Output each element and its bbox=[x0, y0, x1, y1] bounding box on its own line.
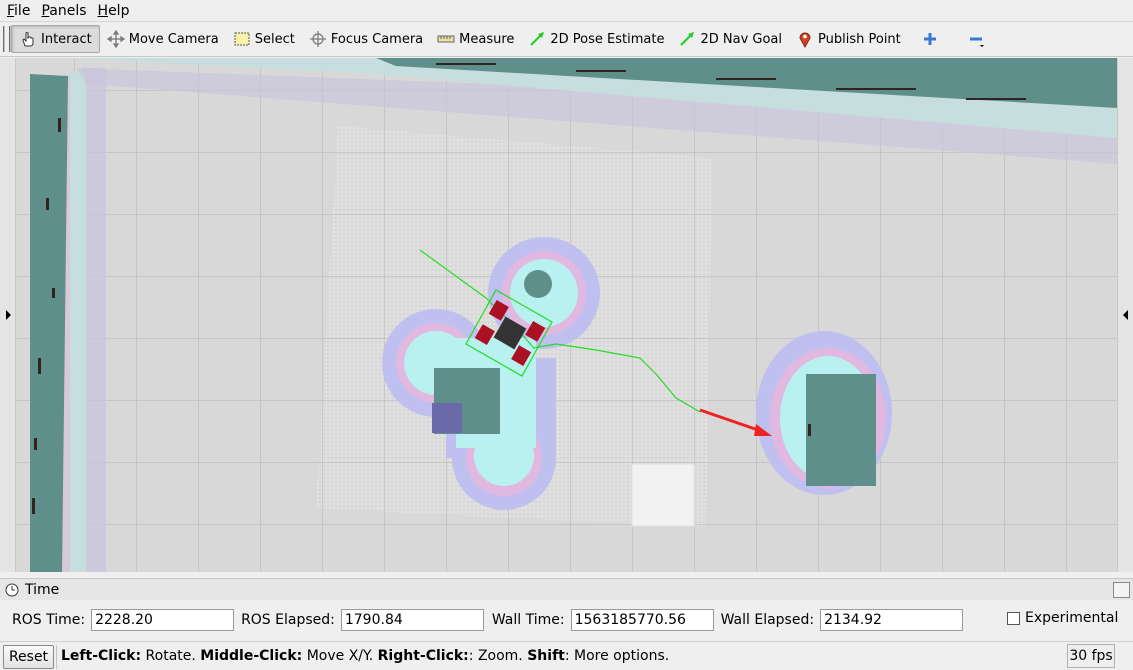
menu-help[interactable]: Help bbox=[94, 3, 134, 19]
fps-counter: 30 fps bbox=[1067, 644, 1115, 668]
tool-publish-point-label: Publish Point bbox=[818, 31, 901, 47]
tool-publish-point[interactable]: Publish Point bbox=[789, 25, 908, 53]
nav-goal-arrow-icon bbox=[678, 30, 696, 48]
tool-move-camera[interactable]: Move Camera bbox=[100, 25, 226, 53]
ros-time-field[interactable]: 2228.20 bbox=[91, 609, 235, 631]
hint-right-click: Right-Click: bbox=[377, 648, 469, 664]
hint-more: : More options. bbox=[564, 648, 670, 664]
map-scene bbox=[16, 58, 1117, 572]
render-viewport[interactable] bbox=[16, 58, 1117, 572]
tool-focus-camera-label: Focus Camera bbox=[330, 31, 424, 47]
plus-icon bbox=[921, 30, 939, 48]
time-panel-header: Time bbox=[0, 578, 1133, 600]
tool-interact[interactable]: Interact bbox=[11, 25, 100, 53]
hand-icon bbox=[19, 30, 37, 48]
wall-time-field[interactable]: 1563185770.56 bbox=[570, 609, 714, 631]
toolbar-grip[interactable] bbox=[3, 26, 11, 52]
experimental-label: Experimental bbox=[1025, 610, 1119, 626]
panel-float-button[interactable] bbox=[1113, 582, 1130, 598]
time-panel-title: Time bbox=[25, 581, 60, 598]
tool-measure[interactable]: Measure bbox=[430, 25, 521, 53]
wall-elapsed-label: Wall Elapsed: bbox=[720, 612, 815, 628]
expand-left-icon bbox=[1123, 310, 1128, 320]
map-pin-icon bbox=[796, 30, 814, 49]
time-panel-row: ROS Time: 2228.20 ROS Elapsed: 1790.84 W… bbox=[0, 603, 1133, 637]
menu-file[interactable]: File bbox=[3, 3, 34, 19]
remove-tool-button[interactable] bbox=[960, 25, 996, 53]
menu-help-accel: H bbox=[97, 2, 109, 19]
tool-2d-pose-estimate-label: 2D Pose Estimate bbox=[550, 31, 665, 47]
right-obstacle bbox=[756, 331, 892, 495]
ruler-icon bbox=[437, 30, 455, 48]
left-dock-toggle[interactable] bbox=[0, 58, 16, 572]
tool-toolbar: Interact Move Camera Select Focus Camera… bbox=[0, 22, 1133, 57]
status-hint: Left-Click: Rotate. Middle-Click: Move X… bbox=[61, 648, 669, 664]
expand-right-icon bbox=[6, 310, 11, 320]
tool-interact-label: Interact bbox=[41, 31, 92, 47]
select-icon bbox=[233, 30, 251, 48]
tool-2d-nav-goal[interactable]: 2D Nav Goal bbox=[671, 25, 789, 53]
menu-panels-label: anels bbox=[49, 2, 87, 19]
status-bar: Reset Left-Click: Rotate. Middle-Click: … bbox=[0, 641, 1133, 670]
tool-select[interactable]: Select bbox=[226, 25, 302, 53]
white-obstacle bbox=[631, 463, 695, 527]
menu-bar: File Panels Help bbox=[0, 0, 1133, 22]
menu-file-accel: F bbox=[7, 2, 15, 19]
tool-2d-pose-estimate[interactable]: 2D Pose Estimate bbox=[521, 25, 671, 53]
tool-measure-label: Measure bbox=[459, 31, 515, 47]
hint-move: Move X/Y. bbox=[302, 648, 378, 664]
hint-zoom: : Zoom. bbox=[468, 648, 528, 664]
hint-rotate: Rotate. bbox=[141, 648, 201, 664]
ros-elapsed-label: ROS Elapsed: bbox=[241, 612, 335, 628]
hint-shift: Shift bbox=[527, 648, 565, 664]
reset-button[interactable]: Reset bbox=[3, 645, 54, 669]
status-separator bbox=[56, 645, 57, 669]
experimental-checkbox[interactable] bbox=[1007, 612, 1020, 625]
hint-left-click: Left-Click: bbox=[61, 648, 142, 664]
menu-panels[interactable]: Panels bbox=[37, 3, 90, 19]
left-wall bbox=[30, 68, 106, 572]
tool-select-label: Select bbox=[254, 31, 295, 47]
hint-middle-click: Middle-Click: bbox=[200, 648, 303, 664]
move-camera-icon bbox=[106, 29, 125, 49]
tool-move-camera-label: Move Camera bbox=[128, 31, 219, 47]
wall-elapsed-field[interactable]: 2134.92 bbox=[820, 609, 964, 631]
ros-elapsed-field[interactable]: 1790.84 bbox=[340, 609, 484, 631]
pose-arrow-icon bbox=[528, 30, 546, 48]
right-dock-toggle[interactable] bbox=[1117, 58, 1133, 572]
clock-icon bbox=[5, 583, 19, 597]
wall-time-label: Wall Time: bbox=[491, 612, 565, 628]
menu-help-label: elp bbox=[108, 2, 130, 19]
add-tool-button[interactable] bbox=[914, 25, 950, 53]
menu-file-label: ile bbox=[14, 2, 31, 19]
ros-time-label: ROS Time: bbox=[12, 612, 86, 628]
focus-camera-icon bbox=[309, 30, 327, 48]
tool-2d-nav-goal-label: 2D Nav Goal bbox=[700, 31, 783, 47]
tool-focus-camera[interactable]: Focus Camera bbox=[302, 25, 430, 53]
minus-icon bbox=[967, 30, 985, 48]
